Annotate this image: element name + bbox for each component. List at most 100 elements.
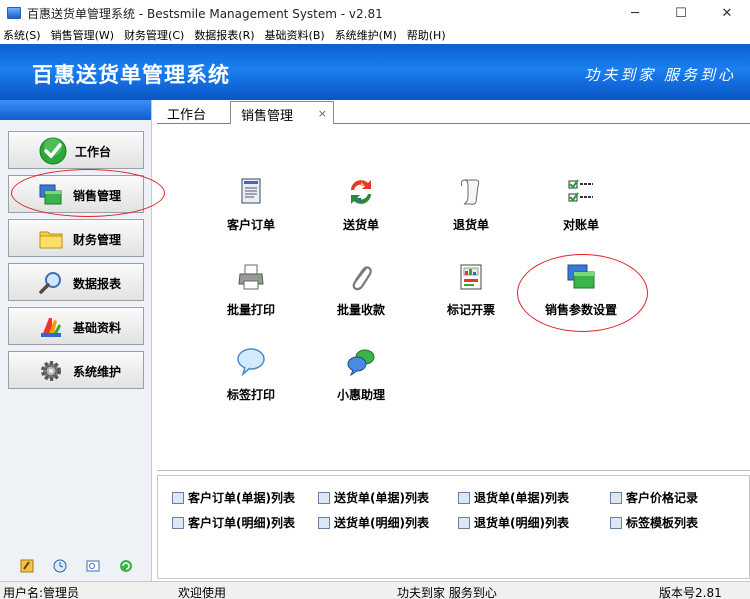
magnifier-icon [39,272,61,294]
sidebar-item-basic-data[interactable]: 基础资料 [8,307,144,345]
check-icon [39,137,67,165]
grid-item-label: 送货单 [342,218,379,232]
refresh-icon [351,180,371,204]
sidebar-item-workbench[interactable]: 工作台 [8,131,144,169]
sidebar-header [0,100,151,120]
folder-icon [39,231,63,249]
maximize-button[interactable]: ☐ [658,0,704,26]
grid-item-label: 标记开票 [446,303,495,317]
status-user: 用户名:管理员 [3,586,80,599]
grid-item-label-print[interactable]: 标签打印 [201,347,301,407]
refresh-icon[interactable] [119,559,133,573]
tab-workbench[interactable]: 工作台 [157,101,227,125]
grid-item-label: 标签打印 [226,388,275,402]
windows-icon [39,184,62,205]
status-slogan: 功夫到家 服务到心 [397,586,497,599]
banner-slogan: 功夫到家 服务到心 [584,66,736,84]
edit-icon [610,516,622,529]
link-customer-order-list[interactable]: 客户订单(单据)列表 [172,489,295,506]
scroll-icon [460,179,480,205]
sidebar-item-label: 数据报表 [73,277,122,291]
edit-icon [610,491,622,504]
chart-doc-icon [460,264,482,290]
document-icon [241,178,261,204]
grid-item-label: 退货单 [452,218,489,232]
app-icon [7,7,21,19]
list-icon [458,491,470,504]
printer-icon [238,264,264,290]
menu-sales[interactable]: 销售管理(W) [51,27,114,43]
grid-item-assistant[interactable]: 小惠助理 [311,347,411,407]
list-icon [318,491,330,504]
sidebar-item-finance[interactable]: 财务管理 [8,219,144,257]
grid-item-label: 客户订单 [226,218,275,232]
banner: 百惠送货单管理系统 功夫到家 服务到心 [0,44,750,100]
sidebar-tool-icons [0,559,152,573]
paperclip-icon [352,266,372,291]
menu-bar: 系统(S) 销售管理(W) 财务管理(C) 数据报表(R) 基础资料(B) 系统… [0,26,750,44]
grid-item-mark-invoice[interactable]: 标记开票 [421,262,521,322]
status-bar: 用户名:管理员 欢迎使用 功夫到家 服务到心 版本号2.81 [0,581,750,599]
menu-maintenance[interactable]: 系统维护(M) [335,27,397,43]
status-welcome: 欢迎使用 [178,586,227,599]
window-controls: ─ ☐ ✕ [612,0,750,26]
grid-item-return-note[interactable]: 退货单 [421,177,521,237]
grid-item-label: 小惠助理 [336,388,385,402]
title-bar: 百惠送货单管理系统 - Bestsmile Management System … [0,0,750,26]
status-version: 版本号2.81 [659,586,722,599]
link-delivery-list[interactable]: 送货单(单据)列表 [318,489,429,506]
chat-bubbles-icon [347,349,375,377]
grid-item-delivery-note[interactable]: 送货单 [311,177,411,237]
palette-icon [41,318,61,337]
sidebar-item-maintenance[interactable]: 系统维护 [8,351,144,389]
list-icon [318,516,330,529]
windows-icon [567,264,595,289]
minimize-button[interactable]: ─ [612,0,658,26]
link-customer-order-detail[interactable]: 客户订单(明细)列表 [172,514,295,531]
grid-item-label: 批量收款 [336,303,385,317]
grid-item-customer-order[interactable]: 客户订单 [201,177,301,237]
report-links-box: 客户订单(单据)列表 客户订单(明细)列表 送货单(单据)列表 送货单(明细)列… [157,475,750,579]
speech-bubble-icon [237,348,265,377]
sidebar-item-reports[interactable]: 数据报表 [8,263,144,301]
menu-help[interactable]: 帮助(H) [407,27,446,43]
grid-item-label: 销售参数设置 [544,303,617,317]
menu-basic-data[interactable]: 基础资料(B) [265,27,325,43]
search-window-icon[interactable] [86,559,100,573]
sidebar-item-label: 财务管理 [73,233,122,247]
menu-reports[interactable]: 数据报表(R) [194,27,254,43]
list-icon [172,491,184,504]
clock-icon[interactable] [53,559,67,573]
sidebar-item-label: 系统维护 [73,365,122,379]
menu-system[interactable]: 系统(S) [3,27,41,43]
report-links-panel: 客户订单(单据)列表 客户订单(明细)列表 送货单(单据)列表 送货单(明细)列… [157,470,750,580]
close-icon[interactable]: × [318,107,327,120]
grid-item-label: 批量打印 [226,303,275,317]
grid-item-sales-settings[interactable]: 销售参数设置 [526,262,636,322]
close-button[interactable]: ✕ [704,0,750,26]
grid-item-batch-print[interactable]: 批量打印 [201,262,301,322]
tab-label: 工作台 [167,108,207,123]
menu-finance[interactable]: 财务管理(C) [124,27,184,43]
sidebar-item-label: 基础资料 [73,321,122,335]
link-customer-price-record[interactable]: 客户价格记录 [610,489,698,506]
checklist-icon [568,179,593,202]
tab-label: 销售管理 [241,109,294,124]
link-return-detail[interactable]: 退货单(明细)列表 [458,514,569,531]
link-label-template-list[interactable]: 标签模板列表 [610,514,698,531]
tab-sales[interactable]: 销售管理 × [230,101,334,124]
pencil-icon[interactable] [20,559,34,573]
sidebar-item-label: 销售管理 [73,189,122,203]
app-name: 百惠送货单管理系统 [32,62,230,87]
link-return-list[interactable]: 退货单(单据)列表 [458,489,569,506]
link-delivery-detail[interactable]: 送货单(明细)列表 [318,514,429,531]
sales-function-grid: 客户订单 送货单 退货单 对账单 批量打印 批量收款 标记开票 销售参数设置 标… [157,125,750,470]
list-icon [458,516,470,529]
sidebar-item-sales[interactable]: 销售管理 [8,175,144,213]
sidebar-item-label: 工作台 [75,145,112,159]
grid-item-batch-payment[interactable]: 批量收款 [311,262,411,322]
window-title: 百惠送货单管理系统 - Bestsmile Management System … [27,6,383,21]
tab-strip: 工作台 销售管理 × [157,100,750,124]
grid-item-statement[interactable]: 对账单 [531,177,631,237]
sidebar: 工作台 销售管理 财务管理 数据报表 基础资料 系统维护 [0,100,152,581]
